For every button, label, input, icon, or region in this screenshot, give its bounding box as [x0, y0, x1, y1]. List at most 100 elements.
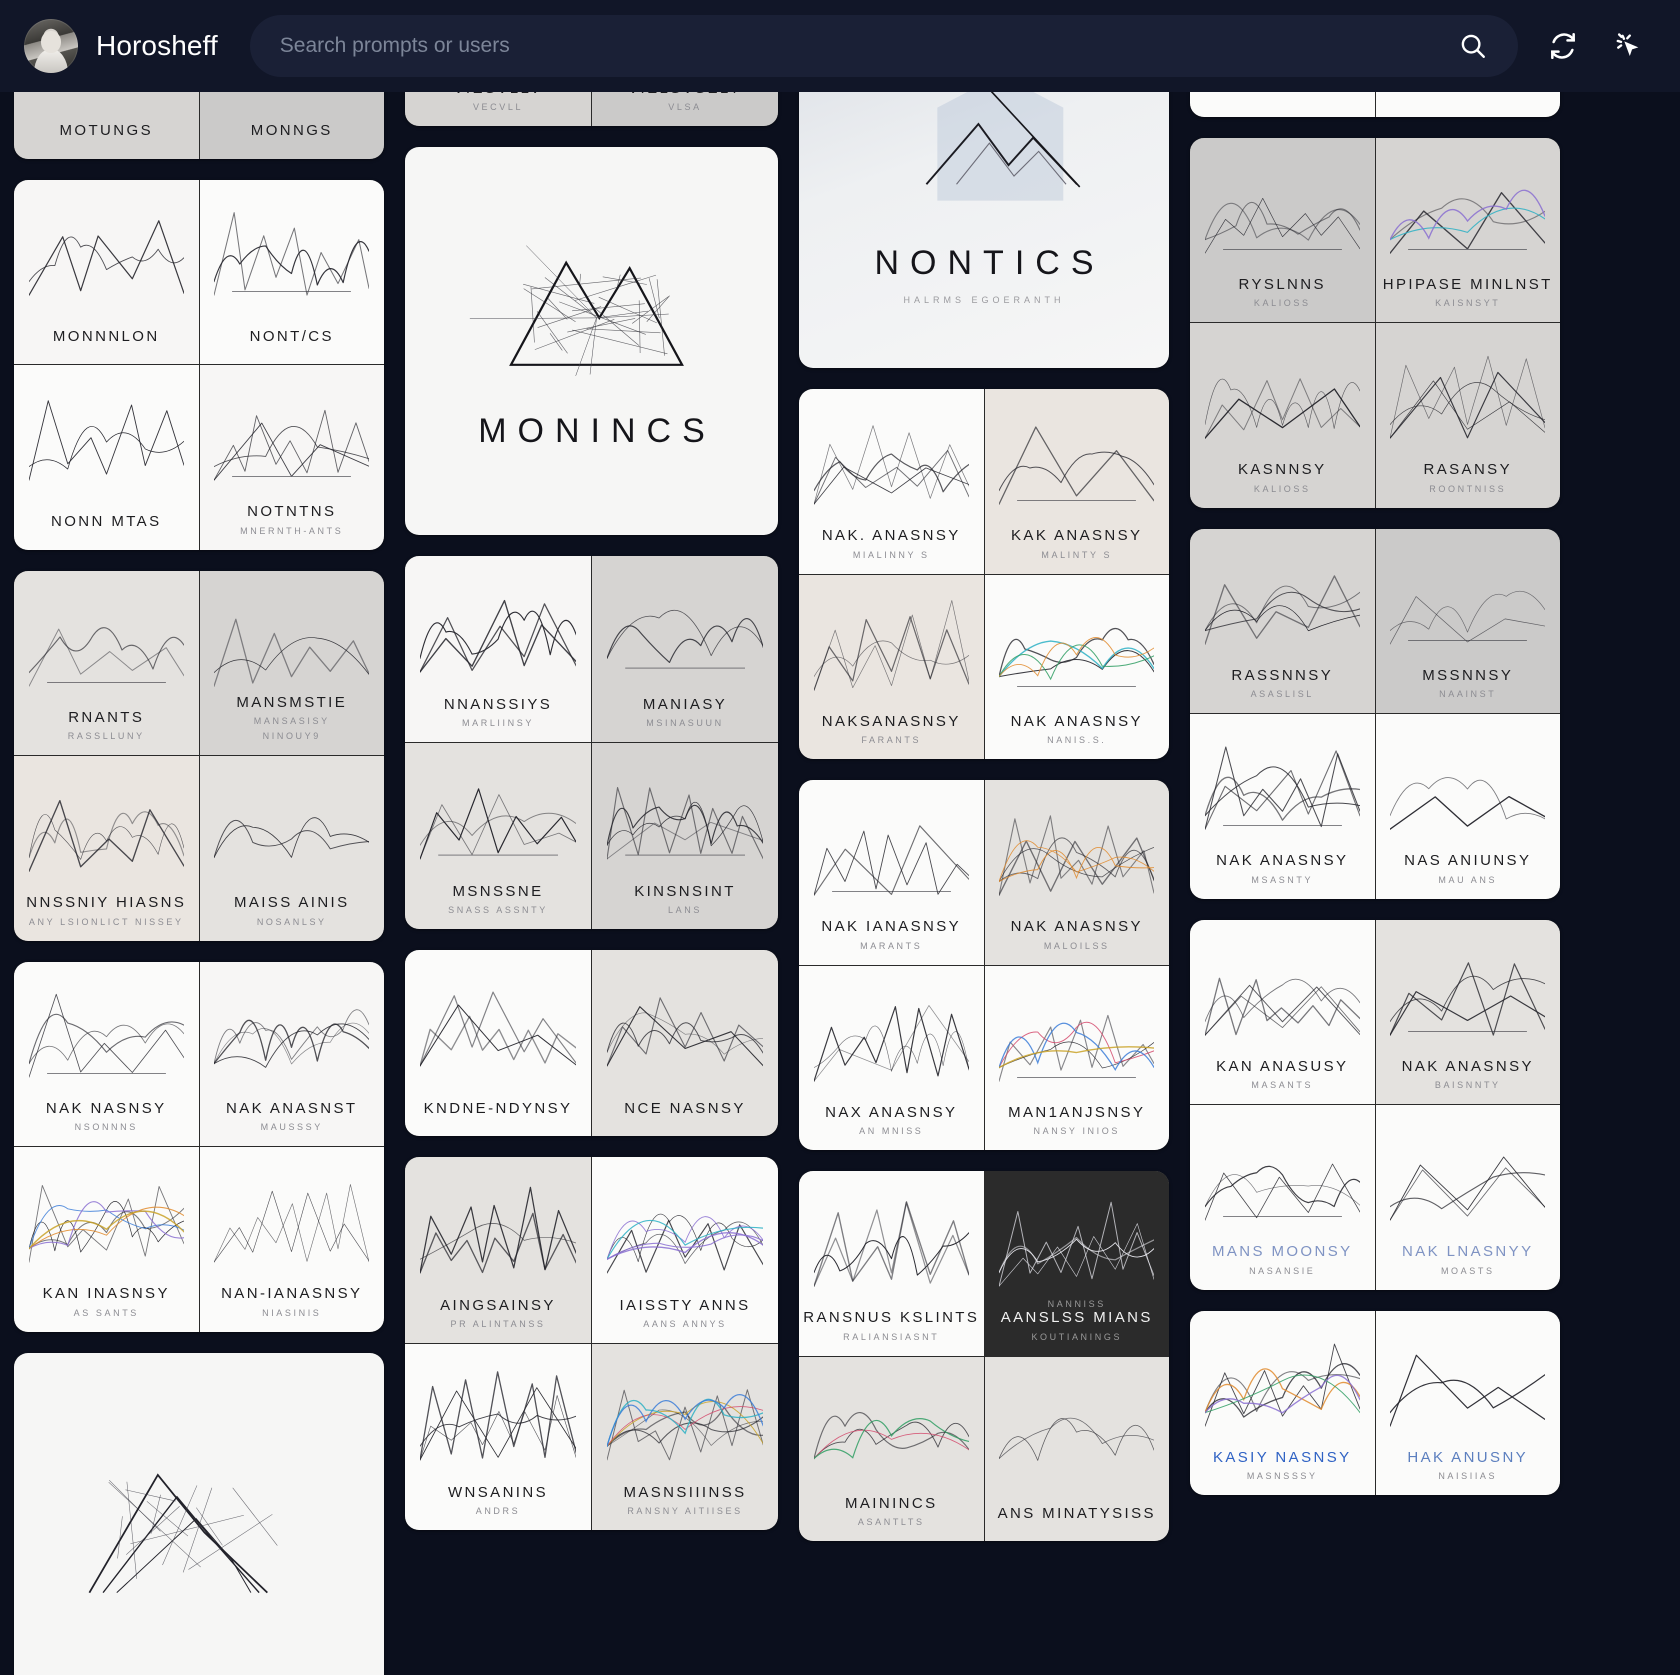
- card-tile[interactable]: MAININCS ASANTLTS: [799, 1356, 984, 1541]
- card-tile[interactable]: HAK ANUSNY NAISIIAS: [1375, 1310, 1560, 1495]
- card-tile[interactable]: NAK ANASNSY NANIS.S.: [984, 574, 1169, 759]
- card-tile[interactable]: NNSSNIY HIASNS ANY LSIONLICT NISSEY: [14, 756, 199, 941]
- prompt-card[interactable]: [1190, 92, 1560, 117]
- card-tile[interactable]: NAX ANASNSY AN MNISS: [799, 965, 984, 1150]
- card-tile[interactable]: MANIASY MSINASUUN: [592, 556, 778, 742]
- card-tile[interactable]: VIESVLLV VECVLL: [405, 92, 591, 126]
- app-header: Horosheff: [0, 0, 1680, 92]
- card-tile[interactable]: WNSANINS ANDRS: [405, 1344, 591, 1530]
- prompt-card[interactable]: NONTICS HALRMS EGOERANTH: [799, 92, 1169, 368]
- card-tile[interactable]: NCE NASNSY: [592, 950, 778, 1136]
- tile-subtitle: NANSY INIOS: [1033, 1126, 1120, 1136]
- card-tile[interactable]: MSNSSNE SNASS ASSNTY: [405, 743, 591, 929]
- card-tile[interactable]: [1190, 92, 1375, 117]
- tile-title: NOTNTNS: [247, 503, 337, 521]
- prompt-card[interactable]: RANSNUS KSLINTS RALIANSIASNT NANNISS AANSLS…: [799, 1171, 1169, 1541]
- card-tile[interactable]: NAK ANASNSY MSASNTY: [1190, 714, 1375, 899]
- tile-title: MAININCS: [844, 1494, 938, 1512]
- prompt-card[interactable]: MOTUNGS MONNGS: [14, 92, 384, 159]
- prompt-card[interactable]: AINGSAINSY PR ALINTANSS IAISSTY ANNS AANS A…: [405, 1157, 778, 1530]
- card-tile[interactable]: VIELSVSELY VLSA: [592, 92, 778, 126]
- card-tile[interactable]: KNDNE-NDYNSY: [405, 950, 591, 1136]
- card-tile[interactable]: HPIPASE MINLNST KAISNSYT: [1375, 137, 1560, 322]
- prompt-card[interactable]: NNANSSIYS MARLIINSY MANIASY MSINASUUN MSNSSN…: [405, 556, 778, 929]
- grid-column-2: VIESVLLV VECVLL VIELSVSELY VLSA MONINCS NNANS…: [405, 92, 778, 1530]
- card-tile[interactable]: NAKSANASNSY FARANTS: [799, 574, 984, 759]
- card-tile[interactable]: MAN1ANJSNSY NANSY INIOS: [984, 965, 1169, 1150]
- tile-title: KINSNSINT: [634, 882, 736, 900]
- prompt-card[interactable]: KAN ANASUSY MASANTS NAK ANASNSY BAISNNTY MAN…: [1190, 919, 1560, 1290]
- search-icon[interactable]: [1450, 23, 1496, 69]
- card-tile[interactable]: [1375, 92, 1560, 117]
- refresh-icon[interactable]: [1540, 23, 1586, 69]
- prompt-card[interactable]: [14, 1352, 384, 1675]
- card-tile[interactable]: KASIY NASNSY MASNSSSY: [1190, 1310, 1375, 1495]
- card-tile[interactable]: KASNNSY KALIOSS: [1190, 323, 1375, 508]
- card-tile[interactable]: NANNISS AANSLSS MIANS KOUTIANINGS: [984, 1171, 1169, 1356]
- mountain-logo-icon: [1390, 345, 1546, 441]
- card-tile[interactable]: KAN ANASUSY MASANTS: [1190, 919, 1375, 1104]
- card-tile[interactable]: NAK ANASNSY MALOILSS: [984, 780, 1169, 965]
- avatar[interactable]: [24, 19, 78, 73]
- cursor-click-icon[interactable]: [1606, 23, 1652, 69]
- tile-subtitle: AN MNISS: [859, 1126, 924, 1136]
- prompt-card[interactable]: RASSNNSY ASASLISL MSSNNSY NAAINST NAK ANASNS…: [1190, 528, 1560, 899]
- card-tile[interactable]: MONNGS: [199, 92, 384, 159]
- card-tile[interactable]: MONNNLON: [14, 179, 199, 364]
- tile-title: MOTUNGS: [59, 122, 153, 140]
- tile-title: NCE NASNSY: [624, 1099, 746, 1117]
- card-tile[interactable]: MSSNNSY NAAINST: [1375, 528, 1560, 713]
- card-tile[interactable]: KAN INASNSY AS SANTS: [14, 1147, 199, 1332]
- mountain-logo-icon: [419, 972, 577, 1069]
- card-tile[interactable]: MASNSIIINSS RANSNY AITIISES: [592, 1344, 778, 1530]
- card-tile[interactable]: NAK NASNSY NSONNNS: [14, 961, 199, 1146]
- prompt-grid: MOTUNGS MONNGS MONNNLON NONT/CS NONN MTAS NOT…: [0, 92, 1680, 1675]
- card-tile[interactable]: RASSNNSY ASASLISL: [1190, 528, 1375, 713]
- card-tile[interactable]: NAK IANASNSY MARANTS: [799, 780, 984, 965]
- card-tile[interactable]: RNANTS RASSLLUNY: [14, 570, 199, 755]
- prompt-card[interactable]: KASIY NASNSY MASNSSSY HAK ANUSNY NAISIIAS: [1190, 1310, 1560, 1495]
- search-input[interactable]: [279, 34, 1450, 58]
- prompt-card[interactable]: MONINCS: [405, 147, 778, 535]
- prompt-card[interactable]: VIESVLLV VECVLL VIELSVSELY VLSA: [405, 92, 778, 126]
- card-tile[interactable]: NONT/CS: [199, 179, 384, 364]
- card-tile[interactable]: RASANSY ROONTNISS: [1375, 323, 1560, 508]
- prompt-card[interactable]: NAK NASNSY NSONNNS NAK ANASNST MAUSSSY KAN I…: [14, 961, 384, 1332]
- prompt-card[interactable]: RYSLNNS KALIOSS HPIPASE MINLNST KAISNSYT KAS…: [1190, 137, 1560, 508]
- grid-column-4: RYSLNNS KALIOSS HPIPASE MINLNST KAISNSYT KAS…: [1190, 92, 1560, 1495]
- card-tile[interactable]: NOTNTNS MNERNTH-ANTS: [199, 365, 384, 550]
- card-tile[interactable]: NONN MTAS: [14, 365, 199, 550]
- tile-title: NNANSSIYS: [443, 695, 553, 713]
- search-bar[interactable]: [249, 15, 1518, 77]
- prompt-card[interactable]: MONNNLON NONT/CS NONN MTAS NOTNTNS MNERNTH-A…: [14, 179, 384, 550]
- card-tile[interactable]: AINGSAINSY PR ALINTANSS: [405, 1157, 591, 1343]
- mountain-logo-icon: [1390, 736, 1546, 832]
- card-tile[interactable]: NNANSSIYS MARLIINSY: [405, 556, 591, 742]
- card-tile[interactable]: MANSMSTIE MANSASISY NINOUY9: [199, 570, 384, 755]
- card-tile[interactable]: RANSNUS KSLINTS RALIANSIASNT: [799, 1171, 984, 1356]
- tile-subtitle: MAU ANS: [1438, 874, 1498, 885]
- card-tile[interactable]: MOTUNGS: [14, 92, 199, 159]
- card-tile[interactable]: NAK LNASNYY MOASTS: [1375, 1105, 1560, 1290]
- card-tile[interactable]: KINSNSINT LANS: [592, 743, 778, 929]
- prompt-card[interactable]: NAK IANASNSY MARANTS NAK ANASNSY MALOILSS NA…: [799, 780, 1169, 1150]
- card-tile[interactable]: MAISS AINIS NOSANLSY: [199, 756, 384, 941]
- card-tile[interactable]: NAN-IANASNSY NIASINIS: [199, 1147, 384, 1332]
- card-tile[interactable]: IAISSTY ANNS AANS ANNYS: [592, 1157, 778, 1343]
- card-tile[interactable]: RYSLNNS KALIOSS: [1190, 137, 1375, 322]
- card-tile[interactable]: KAK ANASNSY MALINTY S: [984, 389, 1169, 574]
- card-tile[interactable]: NAK ANASNSY BAISNNTY: [1375, 919, 1560, 1104]
- tile-title: IAISSTY ANNS: [619, 1296, 751, 1314]
- card-tile[interactable]: ANS MINATYSISS: [984, 1356, 1169, 1541]
- tile-title: MONNGS: [250, 122, 333, 140]
- card-tile[interactable]: NAK ANASNST MAUSSSY: [199, 961, 384, 1146]
- prompt-card[interactable]: RNANTS RASSLLUNY MANSMSTIE MANSASISY NINOUY9…: [14, 570, 384, 941]
- mountain-logo-icon: [214, 202, 370, 298]
- card-tile[interactable]: NAK. ANASNSY MIALINNY S: [799, 389, 984, 574]
- card-tile[interactable]: NAS ANIUNSY MAU ANS: [1375, 714, 1560, 899]
- card-tile[interactable]: MANS MOONSY NASANSIE: [1190, 1105, 1375, 1290]
- tile-subtitle: RANSNY AITIISES: [627, 1506, 743, 1516]
- prompt-card[interactable]: NAK. ANASNSY MIALINNY S KAK ANASNSY MALINTY…: [799, 389, 1169, 759]
- prompt-card[interactable]: KNDNE-NDYNSY NCE NASNSY: [405, 950, 778, 1136]
- mountain-logo-icon: [999, 988, 1155, 1084]
